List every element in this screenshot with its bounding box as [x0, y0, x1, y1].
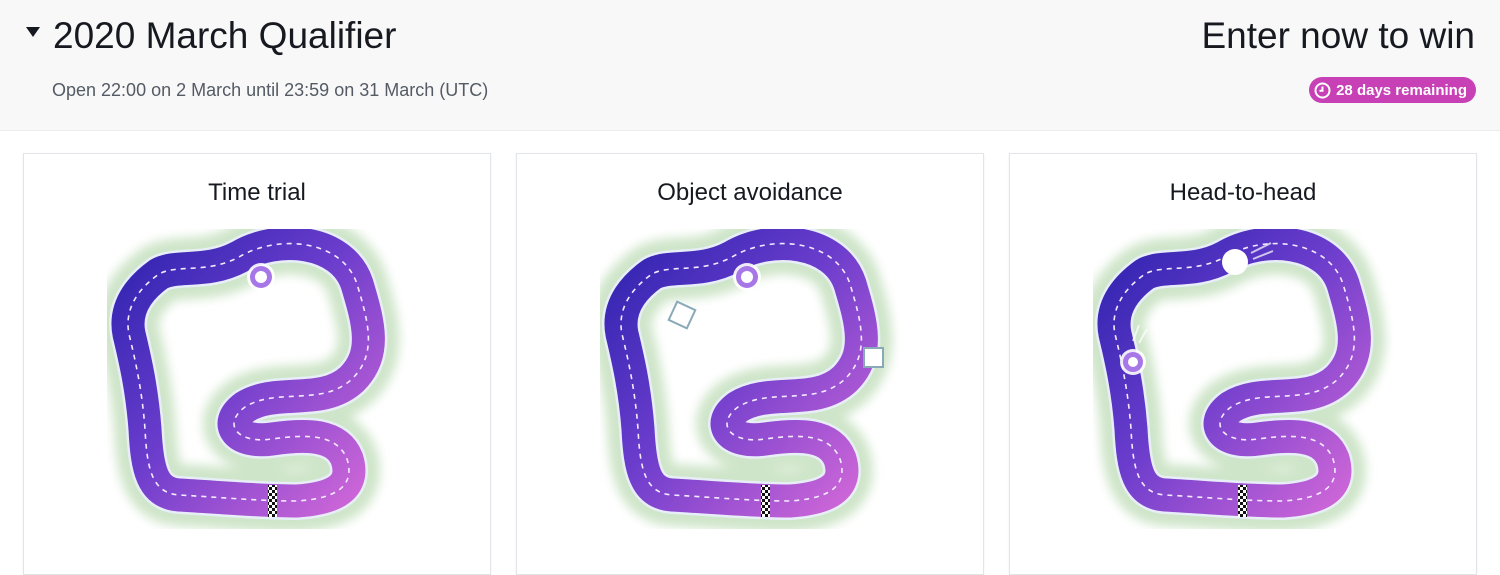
finish-line-icon [761, 485, 770, 517]
card-title: Object avoidance [657, 179, 843, 206]
clock-icon [1314, 82, 1331, 98]
days-remaining-label: 28 days remaining [1336, 81, 1467, 99]
finish-line-icon [1238, 485, 1247, 517]
card-title: Time trial [208, 179, 306, 206]
track-map [1093, 229, 1386, 529]
obstacle-box-icon [667, 300, 697, 330]
event-title[interactable]: 2020 March Qualifier [53, 12, 396, 60]
finish-line-icon [268, 485, 277, 517]
event-dates: Open 22:00 on 2 March until 23:59 on 31 … [52, 80, 489, 100]
card-title: Head-to-head [1169, 179, 1317, 206]
car-icon [247, 263, 275, 291]
track-map [107, 229, 400, 529]
car-icon [733, 263, 761, 291]
race-type-card-object-avoidance[interactable]: Object avoidance [516, 153, 984, 575]
track-map [600, 229, 893, 529]
race-type-card-time-trial[interactable]: Time trial [23, 153, 491, 575]
event-header: 2020 March Qualifier Open 22:00 on 2 Mar… [0, 0, 1500, 131]
enter-now-heading: Enter now to win [1201, 15, 1475, 56]
obstacle-box-icon [863, 347, 884, 368]
race-type-card-head-to-head[interactable]: Head-to-head [1009, 153, 1477, 575]
days-remaining-badge: 28 days remaining [1309, 77, 1476, 103]
caret-down-icon[interactable] [26, 27, 40, 37]
